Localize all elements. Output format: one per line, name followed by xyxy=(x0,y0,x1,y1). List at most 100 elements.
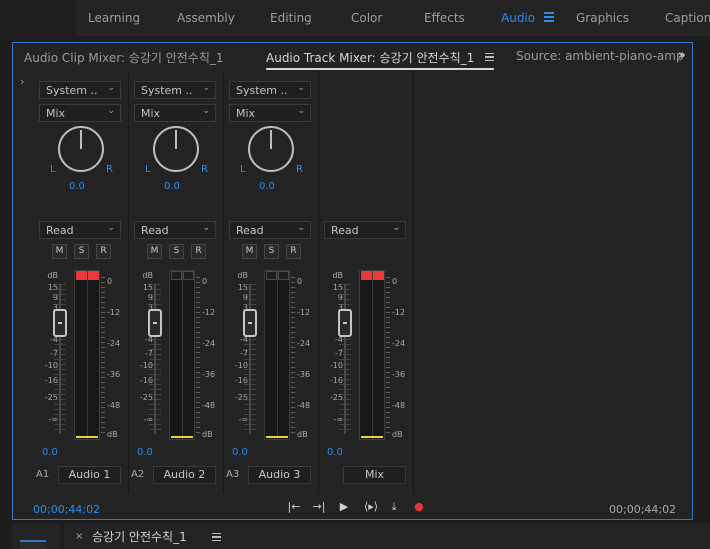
peak-indicator-left[interactable] xyxy=(266,271,277,280)
fader-track xyxy=(344,284,346,434)
meter-scale-label: 0 xyxy=(107,277,113,286)
workspace-bar: Learning Assembly Editing Color Effects … xyxy=(0,0,710,36)
mute-button[interactable]: M xyxy=(147,244,162,259)
meter-scale-label: -24 xyxy=(392,339,406,348)
close-icon[interactable]: × xyxy=(75,531,83,542)
meter-scale-label: -36 xyxy=(107,370,121,379)
track-name[interactable]: Audio 3 xyxy=(248,466,311,484)
solo-button[interactable]: S xyxy=(74,244,89,259)
track-input-dropdown[interactable]: System .. ⌄ xyxy=(229,81,311,99)
volume-value[interactable]: 0.0 xyxy=(137,447,153,458)
track-input-dropdown[interactable]: System .. ⌄ xyxy=(134,81,216,99)
fader-scale-label: dB xyxy=(332,271,343,280)
hamburger-icon[interactable] xyxy=(544,12,554,22)
selection-tool-icon[interactable] xyxy=(20,540,46,549)
volume-fader-handle[interactable] xyxy=(53,309,67,337)
record-enable-button[interactable]: R xyxy=(191,244,206,259)
volume-value[interactable]: 0.0 xyxy=(327,447,343,458)
fader-track xyxy=(249,284,251,434)
timecode-current[interactable]: 00;00;44;02 xyxy=(33,503,100,516)
panel-tab-bar: Audio Clip Mixer: 승강기 안전수칙_1 Audio Track… xyxy=(13,43,692,71)
meter-scale-label: -24 xyxy=(202,339,216,348)
chevron-right-icon[interactable]: › xyxy=(20,75,24,88)
pan-knob[interactable] xyxy=(153,126,199,172)
chevron-down-icon: ⌄ xyxy=(297,83,305,93)
tab-audio-track-mixer[interactable]: Audio Track Mixer: 승강기 안전수칙_1 xyxy=(266,49,474,66)
pan-value[interactable]: 0.0 xyxy=(164,181,180,192)
peak-indicator-left[interactable] xyxy=(361,271,372,280)
export-icon[interactable]: ⤓ xyxy=(386,500,402,514)
volume-value[interactable]: 0.0 xyxy=(232,447,248,458)
chevron-down-icon: ⌄ xyxy=(392,223,400,233)
record-enable-button[interactable]: R xyxy=(286,244,301,259)
peak-indicator-right[interactable] xyxy=(88,271,99,280)
meter-scale: 0 -12 -24 -36 -48 dB xyxy=(297,271,319,441)
chevron-down-icon: ⌄ xyxy=(107,83,115,93)
peak-indicator-left[interactable] xyxy=(171,271,182,280)
peak-indicator-right[interactable] xyxy=(183,271,194,280)
meter-floor xyxy=(171,436,193,438)
workspace-tab-graphics[interactable]: Graphics xyxy=(576,11,629,25)
workspace-tab-editing[interactable]: Editing xyxy=(270,11,312,25)
meter-scale-label: dB xyxy=(107,430,118,439)
workspace-tab-learning[interactable]: Learning xyxy=(88,11,140,25)
workspace-tab-audio[interactable]: Audio xyxy=(501,11,535,25)
pan-value[interactable]: 0.0 xyxy=(69,181,85,192)
record-icon[interactable]: ● xyxy=(411,500,427,514)
meter-scale-label: -24 xyxy=(107,339,121,348)
track-input-dropdown[interactable]: System .. ⌄ xyxy=(39,81,121,99)
automation-mode-dropdown[interactable]: Read ⌄ xyxy=(39,221,121,239)
fader-scale-label: dB xyxy=(142,271,153,280)
fader-track xyxy=(59,284,61,434)
meter-separator xyxy=(182,271,183,439)
peak-indicator-left[interactable] xyxy=(76,271,87,280)
meter-ticks xyxy=(291,277,295,437)
solo-button[interactable]: S xyxy=(169,244,184,259)
track-name[interactable]: Audio 1 xyxy=(58,466,121,484)
workspace-tab-assembly[interactable]: Assembly xyxy=(177,11,235,25)
volume-fader-handle[interactable] xyxy=(148,309,162,337)
go-to-out-icon[interactable]: →| xyxy=(311,500,327,514)
panel-menu-icon[interactable] xyxy=(485,53,494,62)
meter-scale-label: -36 xyxy=(392,370,406,379)
track-strip: System ..⌄Mix⌄LR0.0Read⌄MSRdB15930-4-7-1… xyxy=(224,71,319,493)
timeline-tab-title[interactable]: 승강기 안전수칙_1 xyxy=(92,528,187,545)
pan-right-label: R xyxy=(296,164,303,175)
track-effect-dropdown[interactable]: Mix ⌄ xyxy=(229,104,311,122)
automation-mode-dropdown[interactable]: Read ⌄ xyxy=(229,221,311,239)
chevron-down-icon: ⌄ xyxy=(297,106,305,116)
tab-audio-clip-mixer[interactable]: Audio Clip Mixer: 승강기 안전수칙_1 xyxy=(24,49,224,66)
mute-button[interactable]: M xyxy=(52,244,67,259)
workspace-tab-captions[interactable]: Captions xyxy=(665,11,710,25)
peak-indicator-right[interactable] xyxy=(278,271,289,280)
volume-fader-handle[interactable] xyxy=(338,309,352,337)
automation-mode-dropdown[interactable]: Read ⌄ xyxy=(324,221,406,239)
loop-icon[interactable]: ⟨▸⟩ xyxy=(361,500,381,514)
track-name[interactable]: Audio 2 xyxy=(153,466,216,484)
volume-value[interactable]: 0.0 xyxy=(42,447,58,458)
peak-indicator-right[interactable] xyxy=(373,271,384,280)
double-chevron-right-icon[interactable]: ›› xyxy=(678,48,686,63)
tab-source[interactable]: Source: ambient-piano-amp xyxy=(516,49,684,63)
meter-scale-label: -48 xyxy=(392,401,406,410)
track-effect-dropdown[interactable]: Mix ⌄ xyxy=(134,104,216,122)
workspace-tab-color[interactable]: Color xyxy=(351,11,382,25)
solo-button[interactable]: S xyxy=(264,244,279,259)
pan-value[interactable]: 0.0 xyxy=(259,181,275,192)
workspace-tab-effects[interactable]: Effects xyxy=(424,11,465,25)
pan-knob[interactable] xyxy=(58,126,104,172)
meter-separator xyxy=(87,271,88,439)
track-name[interactable]: Mix xyxy=(343,466,406,484)
go-to-in-icon[interactable]: |← xyxy=(286,500,302,514)
automation-mode-dropdown[interactable]: Read ⌄ xyxy=(134,221,216,239)
track-effect-dropdown[interactable]: Mix ⌄ xyxy=(39,104,121,122)
play-icon[interactable]: ▶ xyxy=(336,500,352,514)
volume-fader-handle[interactable] xyxy=(243,309,257,337)
hamburger-icon[interactable] xyxy=(212,533,221,542)
track-id: A2 xyxy=(131,469,145,480)
record-enable-button[interactable]: R xyxy=(96,244,111,259)
mute-button[interactable]: M xyxy=(242,244,257,259)
meter-scale-label: -36 xyxy=(297,370,311,379)
chevron-down-icon: ⌄ xyxy=(107,223,115,233)
pan-knob[interactable] xyxy=(248,126,294,172)
